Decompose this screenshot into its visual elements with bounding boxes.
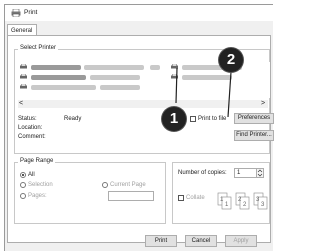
selection-radio[interactable]: [20, 182, 26, 188]
number-of-copies-label: Number of copies:: [178, 170, 227, 176]
printer-icon: [20, 74, 27, 79]
pages-input[interactable]: [108, 191, 154, 201]
printer-icon: [11, 9, 21, 17]
title-bar: Print: [5, 5, 273, 21]
printer-name-blurred: [90, 75, 140, 80]
status-value: Ready: [64, 116, 82, 122]
printer-icon: [20, 84, 27, 89]
printer-name-blurred: [31, 75, 86, 80]
printer-name-blurred: [31, 85, 96, 90]
print-button[interactable]: Print: [145, 235, 177, 247]
chevron-up-down-icon: [257, 169, 263, 177]
collate-checkbox[interactable]: [178, 195, 184, 201]
copies-value: 1: [237, 170, 241, 176]
collate-pages-icon: 1 1 2 2 3 3: [217, 192, 268, 210]
printer-name-blurred: [100, 85, 140, 90]
window-title: Print: [24, 9, 38, 16]
printer-name-blurred: [84, 65, 144, 70]
location-label: Location:: [18, 125, 43, 131]
spin-arrows-icon[interactable]: [256, 169, 263, 177]
print-to-file-label: Print to file: [198, 116, 227, 122]
copies-stepper[interactable]: 1: [234, 168, 264, 178]
collate-label: Collate: [186, 195, 205, 201]
all-label: All: [28, 172, 35, 178]
select-printer-label: Select Printer: [18, 45, 59, 51]
printer-icon: [20, 64, 27, 69]
list-item[interactable]: [20, 73, 260, 82]
printer-icon: [171, 64, 178, 69]
list-item[interactable]: [20, 83, 260, 92]
callout-marker-1: 1: [162, 107, 186, 131]
apply-button[interactable]: Apply: [225, 235, 257, 247]
printer-name-blurred: [182, 75, 232, 80]
printer-list-scrollbar[interactable]: < >: [18, 100, 268, 108]
cancel-button[interactable]: Cancel: [185, 235, 217, 247]
printer-name-blurred: [150, 65, 160, 70]
find-printer-button[interactable]: Find Printer...: [234, 130, 274, 141]
scroll-left-icon[interactable]: <: [19, 100, 23, 107]
current-page-radio[interactable]: [102, 182, 108, 188]
printer-icon: [171, 74, 178, 79]
selection-label: Selection: [28, 182, 53, 188]
pages-label: Pages:: [28, 193, 47, 199]
print-dialog: Print General Select Printer < > Status:…: [4, 4, 274, 251]
tab-strip: [5, 21, 273, 35]
preferences-button[interactable]: Preferences: [234, 113, 274, 124]
scroll-right-icon[interactable]: >: [261, 100, 265, 107]
page-range-label: Page Range: [18, 158, 56, 164]
status-label: Status:: [18, 116, 37, 122]
printer-name-blurred: [31, 65, 81, 70]
current-page-label: Current Page: [110, 182, 146, 188]
comment-label: Comment:: [18, 134, 46, 140]
callout-marker-2: 2: [219, 48, 243, 72]
pages-radio[interactable]: [20, 193, 26, 199]
print-to-file-checkbox[interactable]: [190, 116, 196, 122]
all-radio[interactable]: [20, 172, 26, 178]
